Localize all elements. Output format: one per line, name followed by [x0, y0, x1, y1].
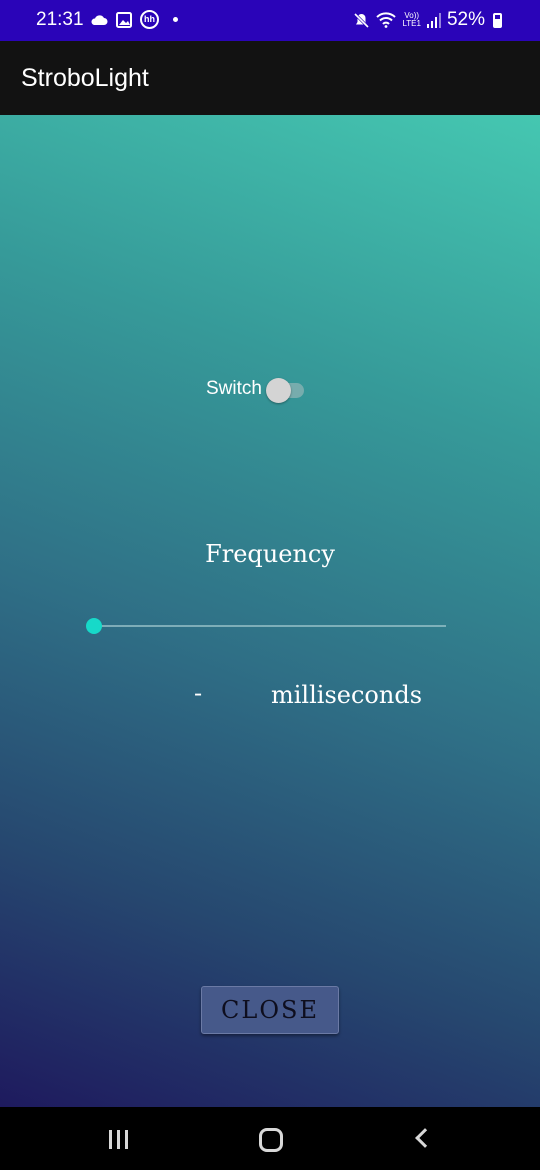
back-icon[interactable]: [415, 1128, 435, 1148]
signal-icon: [426, 12, 441, 28]
app-title: StroboLight: [21, 64, 149, 92]
volte-bottom-label: LTE1: [402, 19, 421, 28]
status-right-icons: Vo)) LTE1 52%: [353, 9, 502, 31]
navigation-bar: [0, 1107, 540, 1170]
frequency-slider[interactable]: [86, 618, 446, 634]
app-bar: StroboLight: [0, 41, 540, 115]
slider-rail[interactable]: [94, 625, 446, 627]
milliseconds-label: milliseconds: [271, 681, 423, 709]
status-time: 21:31: [36, 9, 84, 30]
status-left-icons: hh: [90, 10, 178, 29]
switch-label: Switch: [206, 378, 262, 399]
image-icon: [116, 11, 132, 28]
slider-thumb[interactable]: [86, 618, 102, 634]
battery-percent: 52%: [446, 9, 485, 30]
status-bar: 21:31 hh Vo)) LTE1 52%: [0, 0, 540, 41]
wifi-icon: [376, 12, 397, 28]
frequency-value: -: [194, 679, 203, 707]
strobe-switch-row[interactable]: Switch: [206, 378, 306, 403]
cloud-icon: [91, 14, 108, 25]
switch-thumb[interactable]: [265, 378, 291, 403]
volte-icon: Vo)) LTE1: [402, 12, 421, 28]
home-icon[interactable]: [259, 1128, 283, 1152]
strobe-switch-toggle[interactable]: [265, 378, 306, 403]
close-button[interactable]: CLOSE: [201, 986, 339, 1034]
main-content: Switch Frequency - milliseconds CLOSE: [0, 115, 540, 1107]
battery-icon: [493, 12, 502, 28]
dot-icon: [173, 17, 178, 22]
recent-apps-icon[interactable]: [109, 1130, 128, 1149]
hh-icon: hh: [140, 10, 159, 29]
mute-icon: [354, 12, 370, 28]
frequency-label: Frequency: [205, 540, 335, 568]
